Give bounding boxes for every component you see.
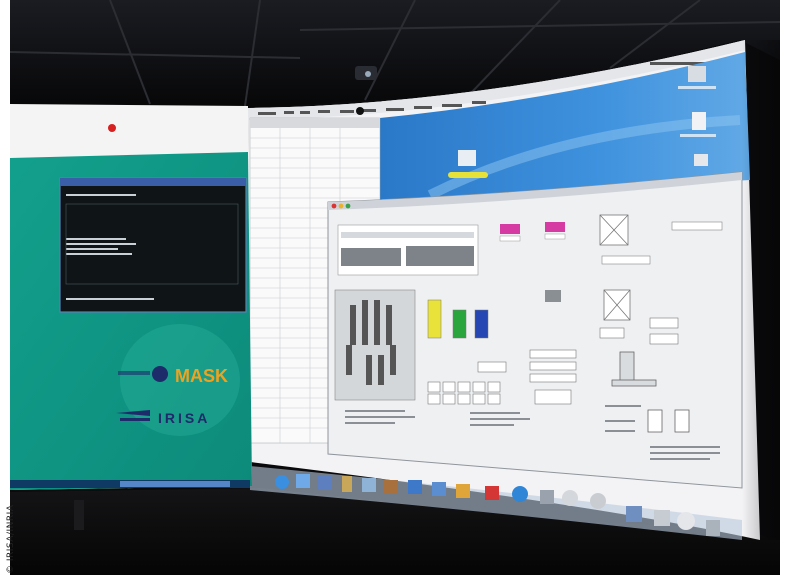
photo-credit: © IRISA/INRIA <box>6 504 16 574</box>
disk-icon[interactable] <box>694 154 708 166</box>
start-button[interactable] <box>649 333 679 345</box>
filter-button[interactable] <box>649 317 679 329</box>
irisa-logo-text: IRISA <box>158 410 210 426</box>
small-toggle[interactable] <box>545 290 561 302</box>
safari-icon <box>362 478 376 492</box>
itunes-icon <box>512 486 528 502</box>
left-projection-screen: MASK IRISA <box>10 104 252 490</box>
blue-bar <box>474 309 489 339</box>
photo-scene: MASK IRISA <box>0 0 787 575</box>
finder-icon <box>275 475 289 489</box>
terminal-window[interactable] <box>59 177 247 313</box>
connection-field[interactable] <box>601 255 651 265</box>
trash-icon <box>706 520 720 536</box>
application-window[interactable] <box>327 171 743 489</box>
label-button[interactable] <box>599 327 625 339</box>
sequence-dropdown[interactable] <box>671 221 723 231</box>
ical-icon <box>485 486 499 500</box>
yellow-bar <box>427 299 442 339</box>
mail-icon <box>296 474 310 488</box>
pink-button-1[interactable] <box>500 224 520 234</box>
green-bar <box>452 309 467 339</box>
mask-logo-text: MASK <box>175 366 228 386</box>
pink-button-2[interactable] <box>545 222 565 232</box>
